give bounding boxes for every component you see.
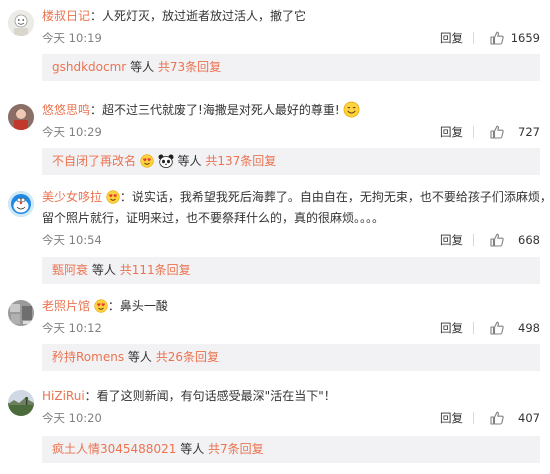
like-count: 668 (518, 233, 540, 247)
more-replies-link[interactable]: 共111条回复 (120, 263, 191, 277)
heart-eyes-emoji-icon (106, 190, 120, 204)
reply-summary[interactable]: 疯土人情3045488021 等人 共7条回复 (42, 436, 540, 463)
comment-time: 今天 10:54 (42, 233, 102, 247)
reply-summary[interactable]: 不自闭了再改名 等人 共137条回复 (42, 148, 540, 175)
comment-meta: 今天 10:20 回复 407 (42, 410, 540, 426)
reply-others: 等人 (91, 263, 116, 277)
reply-username[interactable]: 矜持Romens (52, 350, 124, 364)
reply-button[interactable]: 回复 (440, 30, 463, 46)
reply-username[interactable]: 疯土人情3045488021 (52, 442, 176, 456)
heart-eyes-emoji-icon (140, 154, 154, 168)
more-replies-link[interactable]: 共137条回复 (205, 154, 276, 168)
comment-text-line: 美少女哆拉 ：说实话，我希望我死后海葬了。自由自在，无拘无束，也不要给孩子们添麻… (42, 188, 550, 207)
like-count: 1659 (510, 31, 540, 45)
reply-others: 等人 (180, 442, 205, 456)
comment-item: 美少女哆拉 ：说实话，我希望我死后海葬了。自由自在，无拘无束，也不要给孩子们添麻… (0, 181, 550, 291)
like-count: 407 (518, 411, 540, 425)
thumbs-up-icon (490, 321, 504, 335)
thumbs-up-icon (490, 411, 504, 425)
comment-separator: ： (107, 299, 120, 313)
comment-meta: 今天 10:12 回复 498 (42, 320, 540, 336)
divider (473, 322, 474, 334)
heart-eyes-emoji-icon (94, 299, 108, 313)
divider (473, 234, 474, 246)
reply-username[interactable]: 甄阿衰 (52, 263, 88, 277)
reply-button[interactable]: 回复 (440, 410, 463, 426)
reply-button[interactable]: 回复 (440, 124, 463, 140)
thumbs-up-icon (490, 31, 504, 45)
comment-text: 超不过三代就废了!海撒是对死人最好的尊重! (102, 103, 340, 117)
comment-time: 今天 10:29 (42, 125, 102, 139)
reply-others: 等人 (130, 60, 155, 74)
comment-text-line: 老照片馆 ：鼻头一酸 (42, 297, 540, 316)
reply-summary[interactable]: 甄阿衰 等人 共111条回复 (42, 257, 540, 284)
more-replies-link[interactable]: 共7条回复 (208, 442, 264, 456)
comment-text: 说实话，我希望我死后海葬了。自由自在，无拘无束，也不要给孩子们添麻烦， (131, 190, 550, 204)
thumbs-up-icon (490, 233, 504, 247)
comment-separator: ： (90, 9, 103, 23)
comment-item: 老照片馆 ：鼻头一酸 今天 10:12 回复 498 矜持Romens 等人 共… (0, 290, 550, 384)
reply-summary[interactable]: gshdkdocmr 等人 共73条回复 (42, 54, 540, 81)
divider (473, 126, 474, 138)
reply-button[interactable]: 回复 (440, 320, 463, 336)
more-replies-link[interactable]: 共26条回复 (156, 350, 219, 364)
panda-emoji-icon (158, 154, 174, 168)
comment-separator: ： (84, 389, 97, 403)
divider (473, 32, 474, 44)
reply-username[interactable]: gshdkdocmr (52, 60, 126, 74)
comment-separator: ： (90, 103, 103, 117)
comment-text-line: HiZiRui：看了这则新闻，有句话感受最深"活在当下"！ (42, 387, 540, 406)
reply-summary[interactable]: 矜持Romens 等人 共26条回复 (42, 344, 540, 371)
comment-username[interactable]: 老照片馆 (42, 299, 90, 313)
smile-emoji-icon (344, 101, 360, 118)
comment-text-line: 楼叔日记：人死灯灭，放过逝者放过活人，撤了它 (42, 7, 540, 26)
reply-button[interactable]: 回复 (440, 232, 463, 248)
thumbs-up-icon (490, 125, 504, 139)
like-count: 727 (518, 125, 540, 139)
reply-username[interactable]: 不自闭了再改名 (52, 154, 136, 168)
comment-text: 看了这则新闻，有句话感受最深"活在当下"！ (96, 389, 336, 403)
comment-text: 鼻头一酸 (119, 299, 168, 313)
comment-meta: 今天 10:54 回复 668 (42, 232, 540, 248)
avatar[interactable] (8, 10, 34, 36)
reply-others: 等人 (177, 154, 202, 168)
comment-time: 今天 10:19 (42, 31, 102, 45)
avatar[interactable] (8, 104, 34, 130)
comment-username[interactable]: 美少女哆拉 (42, 190, 102, 204)
comment-username[interactable]: HiZiRui (42, 389, 85, 403)
comment-item: 悠悠思鸣：超不过三代就废了!海撒是对死人最好的尊重! 今天 10:29 回复 7… (0, 94, 550, 188)
comment-item: HiZiRui：看了这则新闻，有句话感受最深"活在当下"！ 今天 10:20 回… (0, 380, 550, 474)
comment-text-continued: 留个照片就行，证明来过，也不要祭拜什么的，真的很麻烦。。。。 (42, 211, 385, 225)
avatar[interactable] (8, 300, 34, 326)
avatar[interactable] (8, 191, 34, 217)
comment-username[interactable]: 楼叔日记 (42, 9, 90, 23)
comment-time: 今天 10:12 (42, 321, 102, 335)
avatar[interactable] (8, 390, 34, 416)
comment-item: 楼叔日记：人死灯灭，放过逝者放过活人，撤了它 今天 10:19 回复 1659 … (0, 0, 550, 94)
comment-text-line-2: 留个照片就行，证明来过，也不要祭拜什么的，真的很麻烦。。。。 (42, 209, 540, 228)
divider (473, 412, 474, 424)
more-replies-link[interactable]: 共73条回复 (158, 60, 221, 74)
comment-separator: ： (119, 190, 132, 204)
comment-text: 人死灯灭，放过逝者放过活人，撤了它 (102, 9, 307, 23)
comment-meta: 今天 10:19 回复 1659 (42, 30, 540, 46)
comment-meta: 今天 10:29 回复 727 (42, 124, 540, 140)
reply-others: 等人 (127, 350, 152, 364)
comment-time: 今天 10:20 (42, 411, 102, 425)
comment-text-line: 悠悠思鸣：超不过三代就废了!海撒是对死人最好的尊重! (42, 101, 540, 120)
comment-username[interactable]: 悠悠思鸣 (42, 103, 90, 117)
like-count: 498 (518, 321, 540, 335)
